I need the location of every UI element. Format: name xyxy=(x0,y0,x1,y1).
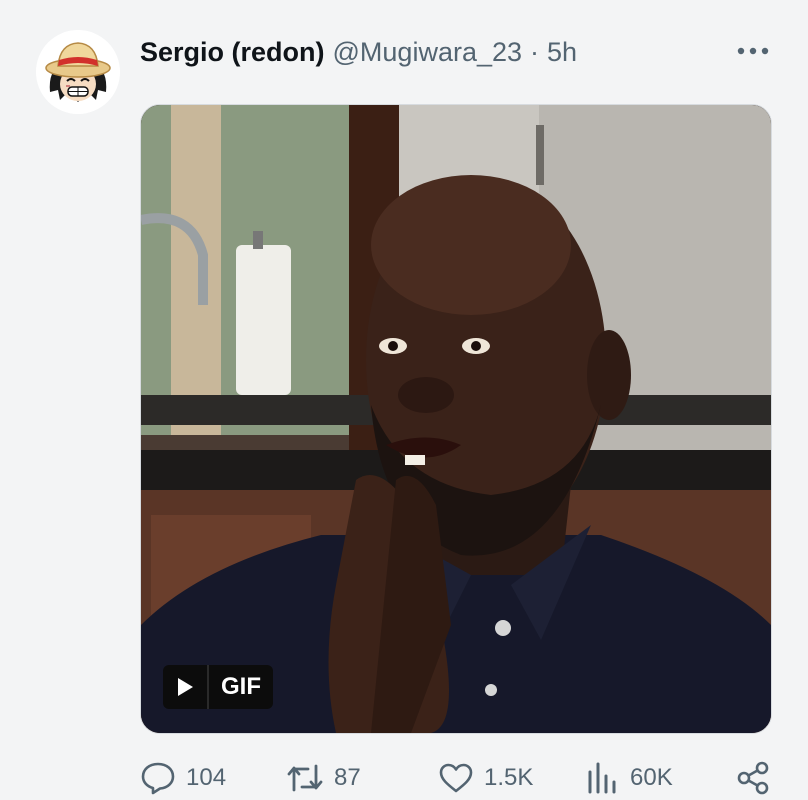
gif-badge[interactable]: GIF xyxy=(163,665,273,709)
gif-media[interactable]: GIF xyxy=(140,104,772,734)
heart-icon xyxy=(439,763,473,793)
like-count: 1.5K xyxy=(484,764,534,791)
more-horizontal-icon xyxy=(737,47,769,55)
gif-frame-image xyxy=(141,105,771,733)
views-count: 60K xyxy=(630,764,673,791)
tweet-actions-bar: 104 87 1.5K 60K xyxy=(140,758,780,798)
play-icon[interactable] xyxy=(163,665,207,709)
share-button[interactable] xyxy=(736,758,770,798)
retweet-count: 87 xyxy=(334,764,361,791)
gif-label: GIF xyxy=(221,673,261,700)
retweet-button[interactable]: 87 xyxy=(286,758,361,798)
more-options-button[interactable] xyxy=(733,36,773,66)
reply-icon xyxy=(141,762,175,795)
reply-count: 104 xyxy=(186,764,227,791)
user-handle[interactable]: @Mugiwara_23 xyxy=(333,37,523,68)
reply-button[interactable]: 104 xyxy=(140,758,226,798)
retweet-icon xyxy=(287,764,323,792)
share-icon xyxy=(737,761,769,795)
views-button[interactable]: 60K xyxy=(586,758,673,798)
like-button[interactable]: 1.5K xyxy=(438,758,533,798)
straw-hat-avatar-image xyxy=(36,30,120,114)
separator-dot: · xyxy=(530,36,540,67)
timestamp[interactable]: 5h xyxy=(547,37,577,68)
display-name[interactable]: Sergio (redon) xyxy=(140,37,325,68)
views-icon xyxy=(588,762,616,794)
tweet-header: Sergio (redon) @Mugiwara_23 · 5h xyxy=(140,30,577,74)
tweet-card[interactable]: Sergio (redon) @Mugiwara_23 · 5h GIF 104… xyxy=(0,0,808,800)
user-avatar[interactable] xyxy=(36,30,120,114)
